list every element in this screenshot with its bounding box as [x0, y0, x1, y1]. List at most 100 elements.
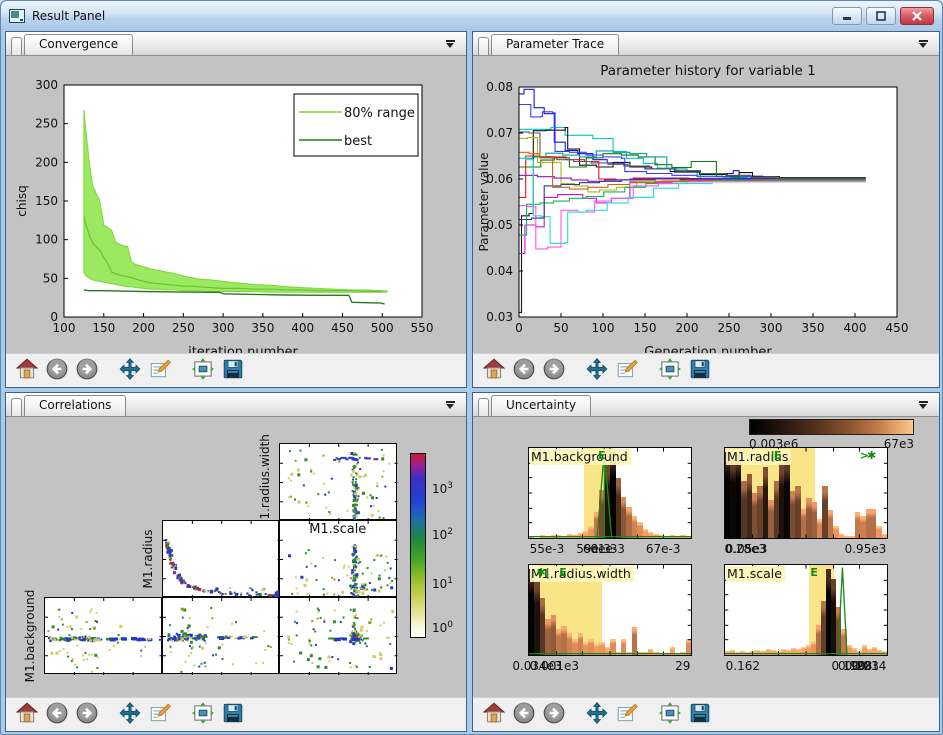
tab-uncertainty[interactable]: Uncertainty	[491, 395, 591, 416]
titlebar[interactable]: Result Panel	[1, 1, 942, 31]
subplots-button[interactable]	[655, 700, 685, 730]
close-button[interactable]	[900, 7, 934, 25]
trace-toolbar	[473, 353, 939, 387]
histogram-panel: EM1.scale	[724, 564, 888, 656]
edit-icon	[148, 701, 172, 728]
correlation-scatter	[163, 521, 281, 598]
pan-button[interactable]	[582, 356, 612, 386]
pan-icon	[118, 701, 142, 728]
correlation-panel	[279, 443, 397, 520]
uncertainty-canvas[interactable]: 0.003e667e3EM1.background55e-359e-360e-3…	[473, 417, 939, 697]
green-marker-glyph: E	[598, 450, 606, 461]
svg-text:150: 150	[92, 321, 115, 335]
dock-menu-button[interactable]	[913, 36, 933, 52]
correlation-scatter	[280, 444, 398, 521]
correlations-toolbar	[6, 697, 466, 731]
forward-icon	[75, 701, 99, 728]
back-icon	[512, 701, 536, 728]
tab-parameter-trace[interactable]: Parameter Trace	[491, 34, 619, 55]
correlation-panel	[162, 597, 280, 674]
subplots-button[interactable]	[655, 356, 685, 386]
tab-stub	[478, 37, 489, 55]
pan-button[interactable]	[582, 700, 612, 730]
correlation-scatter	[280, 598, 398, 675]
green-marker-glyph: E	[559, 567, 567, 578]
edit-icon	[615, 357, 639, 384]
forward-button[interactable]	[539, 356, 569, 386]
save-icon	[688, 357, 712, 384]
dock-menu-button[interactable]	[440, 36, 460, 52]
svg-text:250: 250	[35, 117, 58, 131]
save-button[interactable]	[218, 700, 248, 730]
back-button[interactable]	[42, 700, 72, 730]
back-button[interactable]	[509, 356, 539, 386]
correlation-scatter	[163, 598, 281, 675]
forward-icon	[542, 701, 566, 728]
forward-button[interactable]	[72, 356, 102, 386]
minimize-icon	[841, 11, 853, 21]
tab-stub	[11, 37, 22, 55]
forward-button[interactable]	[539, 700, 569, 730]
home-icon	[15, 357, 39, 384]
forward-icon	[75, 357, 99, 384]
correlations-colorbar	[410, 453, 426, 638]
forward-icon	[542, 357, 566, 384]
home-button[interactable]	[479, 356, 509, 386]
edit-button[interactable]	[145, 356, 175, 386]
home-icon	[15, 701, 39, 728]
edit-button[interactable]	[612, 700, 642, 730]
forward-button[interactable]	[72, 700, 102, 730]
histogram-title: M1.scale	[726, 566, 785, 582]
svg-text:0.08: 0.08	[486, 80, 513, 94]
correlations-canvas[interactable]: M1.radius.widthM1.radiusM1.scaleM1.backg…	[6, 417, 466, 697]
home-button[interactable]	[12, 700, 42, 730]
back-button[interactable]	[509, 700, 539, 730]
save-button[interactable]	[218, 356, 248, 386]
pan-button[interactable]	[115, 700, 145, 730]
correlation-axis-label: M1.radius	[141, 529, 155, 588]
subplots-button[interactable]	[188, 356, 218, 386]
svg-text:Parameter value: Parameter value	[477, 152, 491, 251]
dock-menu-button[interactable]	[913, 397, 933, 413]
svg-text:400: 400	[844, 321, 867, 335]
maximize-button[interactable]	[866, 7, 896, 25]
edit-button[interactable]	[145, 700, 175, 730]
histogram-x-tick-label: 0.162	[726, 659, 760, 673]
home-button[interactable]	[479, 700, 509, 730]
histogram-x-tick-label: 0.214	[852, 659, 886, 673]
green-marker-glyph: ✱	[867, 450, 876, 461]
dock-menu-button[interactable]	[440, 397, 460, 413]
uncertainty-toolbar	[473, 697, 939, 731]
trace-canvas[interactable]: 0501001502002503003504004500.030.040.050…	[473, 56, 939, 353]
colorbar-tick-label: 102	[432, 527, 453, 542]
edit-button[interactable]	[612, 356, 642, 386]
minimize-button[interactable]	[832, 7, 862, 25]
dock-menu-icon	[919, 401, 928, 403]
correlation-axis-label: M1.background	[23, 589, 37, 682]
home-button[interactable]	[12, 356, 42, 386]
tab-correlations[interactable]: Correlations	[24, 395, 126, 416]
histogram-x-tick-label: 0.95e3	[845, 542, 887, 556]
pan-button[interactable]	[115, 356, 145, 386]
convergence-canvas[interactable]: 1001502002503003504004505005500501001502…	[6, 56, 466, 353]
green-marker-glyph: ✱	[537, 567, 546, 578]
tab-convergence[interactable]: Convergence	[24, 34, 133, 55]
svg-text:150: 150	[634, 321, 657, 335]
panel-convergence: Convergence 1001502002503003504004505005…	[5, 31, 467, 388]
window-title: Result Panel	[32, 9, 105, 23]
svg-text:best: best	[344, 134, 372, 149]
save-button[interactable]	[685, 356, 715, 386]
home-icon	[482, 357, 506, 384]
svg-text:0.03: 0.03	[486, 310, 513, 324]
subplots-button[interactable]	[188, 700, 218, 730]
pan-icon	[585, 357, 609, 384]
svg-text:0.04: 0.04	[486, 264, 513, 278]
svg-text:400: 400	[291, 321, 314, 335]
dock-menu-icon	[446, 401, 455, 403]
dock-menu-icon	[446, 40, 455, 42]
svg-text:350: 350	[251, 321, 274, 335]
back-button[interactable]	[42, 356, 72, 386]
colorbar-tick-label: 100	[432, 620, 453, 635]
save-button[interactable]	[685, 700, 715, 730]
svg-text:300: 300	[35, 78, 58, 92]
